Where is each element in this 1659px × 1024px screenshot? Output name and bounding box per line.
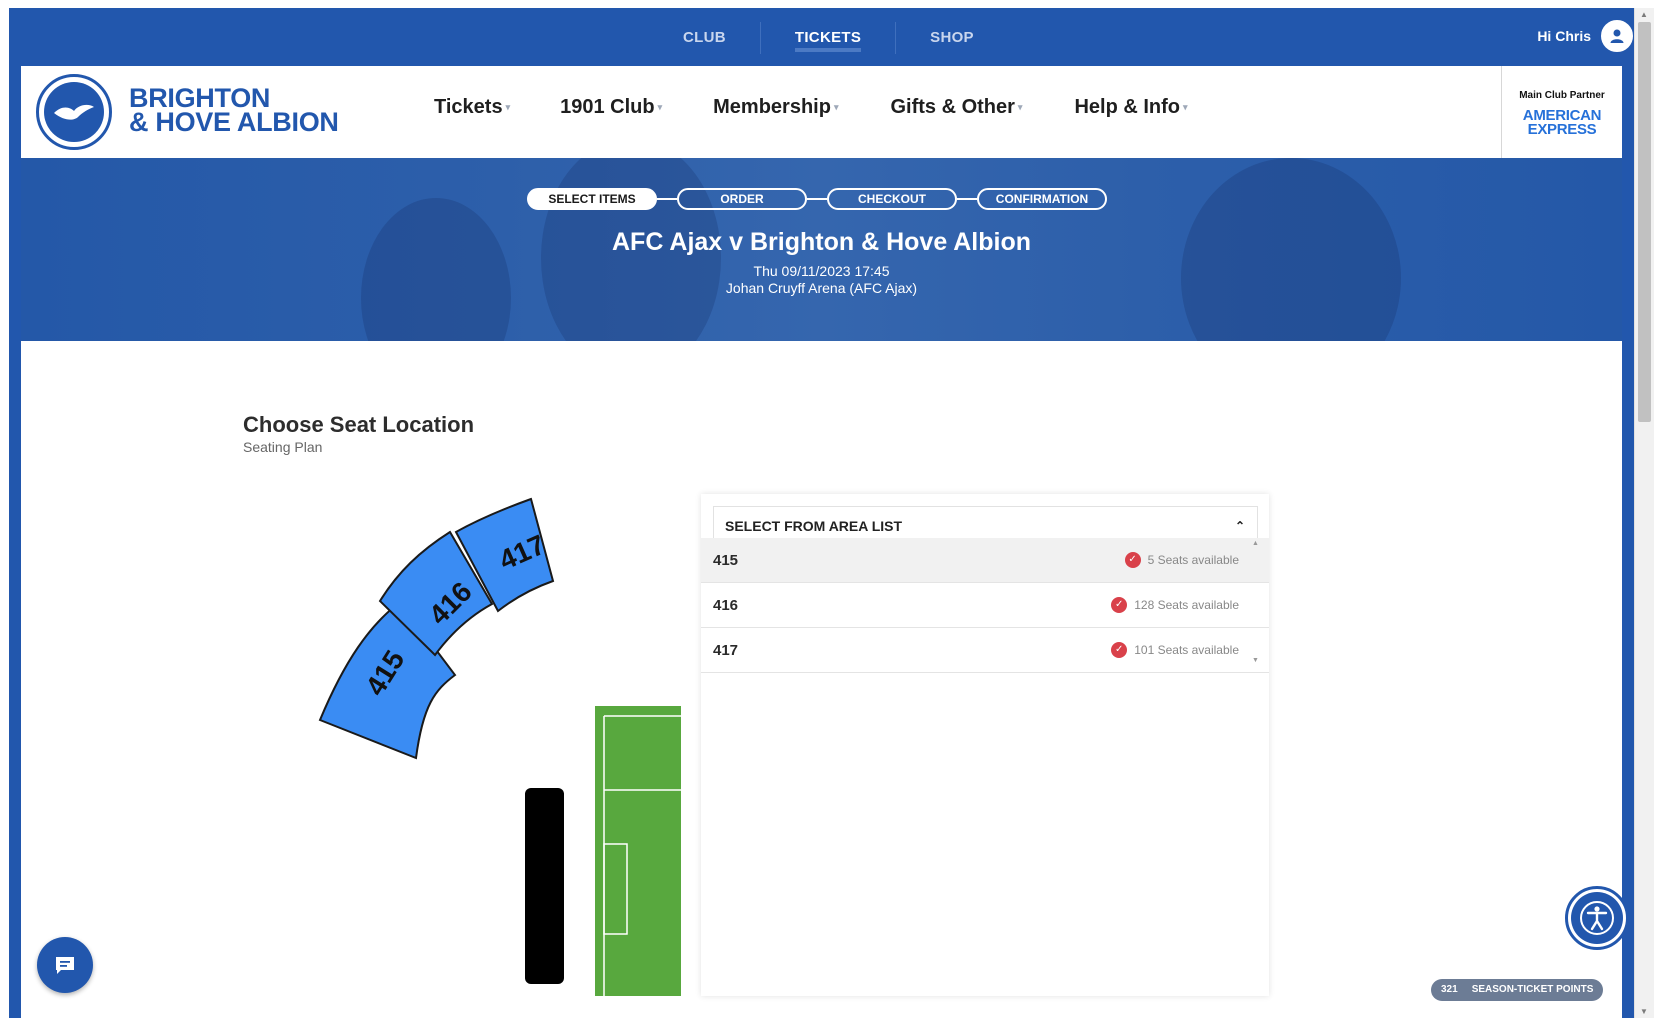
nav-membership[interactable]: Membership ▾ (713, 96, 838, 119)
user-greeting: Hi Chris (1537, 28, 1591, 44)
area-availability-text: 101 Seats available (1134, 643, 1239, 657)
match-hero-banner: SELECT ITEMS ORDER CHECKOUT CONFIRMATION… (21, 158, 1622, 341)
step-confirmation[interactable]: CONFIRMATION (977, 188, 1107, 210)
nav-tickets-label: Tickets (434, 96, 503, 118)
nav-1901-club[interactable]: 1901 Club ▾ (560, 96, 662, 119)
site-header: BRIGHTON & HOVE ALBION Tickets ▾ 1901 Clu… (21, 66, 1622, 158)
points-value: 321 (1441, 984, 1458, 995)
partner-line-2: EXPRESS (1527, 121, 1597, 138)
seat-location-title: Choose Seat Location (243, 412, 475, 437)
partner-logo: AMERICAN EXPRESS (1502, 108, 1622, 138)
brand-line-2: & HOVE ALBION (129, 107, 339, 137)
step-order[interactable]: ORDER (677, 188, 807, 210)
check-circle-icon: ✓ (1124, 552, 1141, 568)
match-date: Thu 09/11/2023 17:45 (753, 263, 890, 279)
nav-1901-club-label: 1901 Club (560, 96, 655, 118)
step-select-items[interactable]: SELECT ITEMS (527, 188, 657, 210)
top-nav-tickets-label: TICKETS (794, 29, 862, 52)
nav-tickets[interactable]: Tickets ▾ (434, 96, 510, 119)
nav-gifts-other-label: Gifts & Other (890, 96, 1015, 118)
chat-button[interactable] (37, 937, 93, 993)
step-connector (807, 198, 827, 200)
stand-block (525, 788, 564, 984)
chevron-down-icon: ▾ (505, 102, 511, 113)
page-frame-right (1622, 66, 1634, 1018)
chevron-down-icon: ▾ (1017, 102, 1023, 113)
check-circle-icon: ✓ (1111, 642, 1128, 658)
partner-label: Main Club Partner (1519, 90, 1605, 101)
nav-help-info[interactable]: Help & Info ▾ (1074, 96, 1187, 119)
top-nav-shop-label: SHOP (930, 29, 974, 46)
seagull-crest-icon (44, 82, 104, 142)
club-wordmark[interactable]: BRIGHTON & HOVE ALBION (129, 85, 339, 137)
top-nav-tickets[interactable]: TICKETS (761, 22, 897, 54)
chevron-down-icon: ▾ (833, 102, 839, 113)
step-connector (657, 198, 677, 200)
top-nav-club[interactable]: CLUB (649, 22, 761, 54)
top-bar: CLUB TICKETS SHOP Hi Chris (9, 8, 1643, 66)
seat-location-subtitle: Seating Plan (243, 439, 323, 455)
checkout-steps: SELECT ITEMS ORDER CHECKOUT CONFIRMATION (527, 188, 1107, 210)
area-row-417[interactable]: 417 ✓ 101 Seats available (701, 628, 1269, 673)
user-menu[interactable]: Hi Chris (1537, 20, 1633, 52)
match-title: AFC Ajax v Brighton & Hove Albion (612, 228, 1031, 256)
step-connector (957, 198, 977, 200)
area-name: 415 (713, 551, 739, 569)
area-availability-text: 128 Seats available (1134, 598, 1239, 612)
top-nav: CLUB TICKETS SHOP (649, 22, 1008, 54)
area-name: 417 (713, 641, 739, 659)
area-availability-text: 5 Seats available (1147, 553, 1239, 567)
seating-plan: 415 416 417 (318, 497, 681, 996)
chevron-down-icon: ▾ (1183, 102, 1188, 113)
scroll-up-icon[interactable]: ▲ (1640, 10, 1648, 19)
accessibility-button[interactable] (1565, 886, 1629, 950)
chevron-down-icon: ▾ (657, 102, 663, 113)
area-list-dropdown[interactable]: SELECT FROM AREA LIST ⌃ (713, 506, 1258, 542)
area-row-415[interactable]: 415 ✓ 5 Seats available (701, 538, 1269, 583)
nav-help-info-label: Help & Info (1074, 96, 1180, 118)
scroll-thumb[interactable] (1638, 22, 1651, 422)
area-availability: ✓ 5 Seats available (1124, 552, 1239, 568)
area-list-scrollbar[interactable]: ▲ ▼ (1251, 538, 1261, 666)
match-venue: Johan Cruyff Arena (AFC Ajax) (725, 280, 918, 296)
area-list-header: SELECT FROM AREA LIST (725, 518, 903, 534)
club-logo[interactable] (36, 74, 112, 150)
area-list: 415 ✓ 5 Seats available 416 ✓ 128 Seats av… (701, 538, 1269, 673)
page-frame-left (9, 66, 21, 1018)
season-ticket-points-badge[interactable]: 321 SEASON-TICKET POINTS (1431, 979, 1604, 1001)
area-availability: ✓ 101 Seats available (1111, 642, 1239, 658)
top-nav-club-label: CLUB (683, 29, 726, 46)
scroll-down-icon[interactable]: ▼ (1252, 657, 1259, 664)
nav-membership-label: Membership (713, 96, 831, 118)
scroll-down-icon[interactable]: ▼ (1640, 1007, 1648, 1016)
chat-icon (56, 957, 74, 974)
club-partner[interactable]: Main Club Partner AMERICAN EXPRESS (1501, 66, 1622, 158)
step-checkout[interactable]: CHECKOUT (827, 188, 957, 210)
area-row-416[interactable]: 416 ✓ 128 Seats available (701, 583, 1269, 628)
nav-gifts-other[interactable]: Gifts & Other ▾ (890, 96, 1022, 119)
area-list-panel: SELECT FROM AREA LIST ⌃ 415 ✓ 5 Seats ava… (701, 494, 1269, 996)
user-avatar-icon[interactable] (1601, 20, 1633, 52)
check-circle-icon: ✓ (1111, 597, 1128, 613)
pitch (595, 706, 681, 996)
main-nav: Tickets ▾ 1901 Club ▾ Membership ▾ Gifts & … (434, 96, 1188, 119)
accessibility-icon (1571, 892, 1623, 944)
area-name: 416 (713, 596, 739, 614)
points-label: SEASON-TICKET POINTS (1471, 984, 1594, 995)
scroll-up-icon[interactable]: ▲ (1252, 540, 1259, 547)
area-availability: ✓ 128 Seats available (1111, 597, 1239, 613)
top-nav-shop[interactable]: SHOP (896, 22, 1008, 54)
browser-viewport: CLUB TICKETS SHOP Hi Chris ▲ ▼ BRIGHTON … (0, 0, 1659, 1024)
page-scrollbar[interactable]: ▲ ▼ (1634, 8, 1654, 1018)
